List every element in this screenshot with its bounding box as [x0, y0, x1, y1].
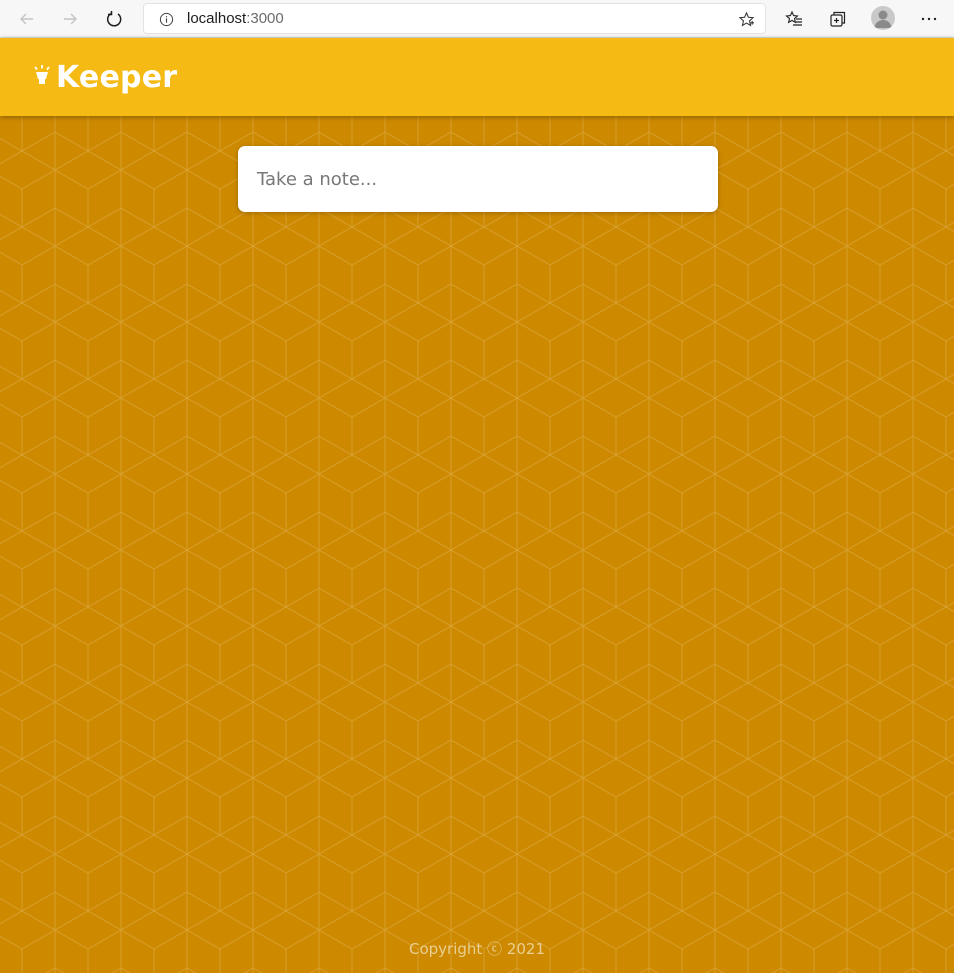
- more-icon: [921, 17, 937, 21]
- more-button[interactable]: [914, 4, 944, 34]
- favorites-icon: [785, 10, 802, 26]
- main-content: Copyright ⓒ 2021: [0, 116, 954, 973]
- back-arrow-icon: [20, 13, 33, 25]
- browser-toolbar: localhost:3000: [0, 0, 954, 38]
- url-port: :3000: [246, 10, 284, 27]
- app-logo: Keeper: [33, 57, 177, 97]
- forward-arrow-icon: [64, 13, 77, 25]
- address-bar[interactable]: localhost:3000: [143, 3, 766, 34]
- lightbulb-icon: [34, 65, 50, 84]
- url-host: localhost: [187, 10, 247, 27]
- star-icon[interactable]: [737, 10, 755, 28]
- copyright-text: Copyright ⓒ 2021: [408, 940, 545, 958]
- url-text[interactable]: localhost:3000: [187, 10, 284, 27]
- collections-icon: [830, 11, 846, 27]
- collections-button[interactable]: [823, 4, 853, 34]
- app-header: Keeper: [0, 38, 954, 116]
- forward-button[interactable]: [55, 4, 85, 34]
- note-content-input[interactable]: [238, 146, 718, 212]
- footer: Copyright ⓒ 2021: [0, 938, 954, 959]
- back-button[interactable]: [12, 4, 42, 34]
- app-title: Keeper: [56, 59, 178, 95]
- refresh-icon: [106, 11, 122, 27]
- refresh-button[interactable]: [99, 4, 129, 34]
- profile-icon[interactable]: [871, 6, 895, 30]
- favorites-button[interactable]: [779, 4, 809, 34]
- create-note-form: [238, 146, 718, 212]
- info-icon[interactable]: [158, 11, 174, 27]
- cube-pattern-background: [0, 116, 954, 973]
